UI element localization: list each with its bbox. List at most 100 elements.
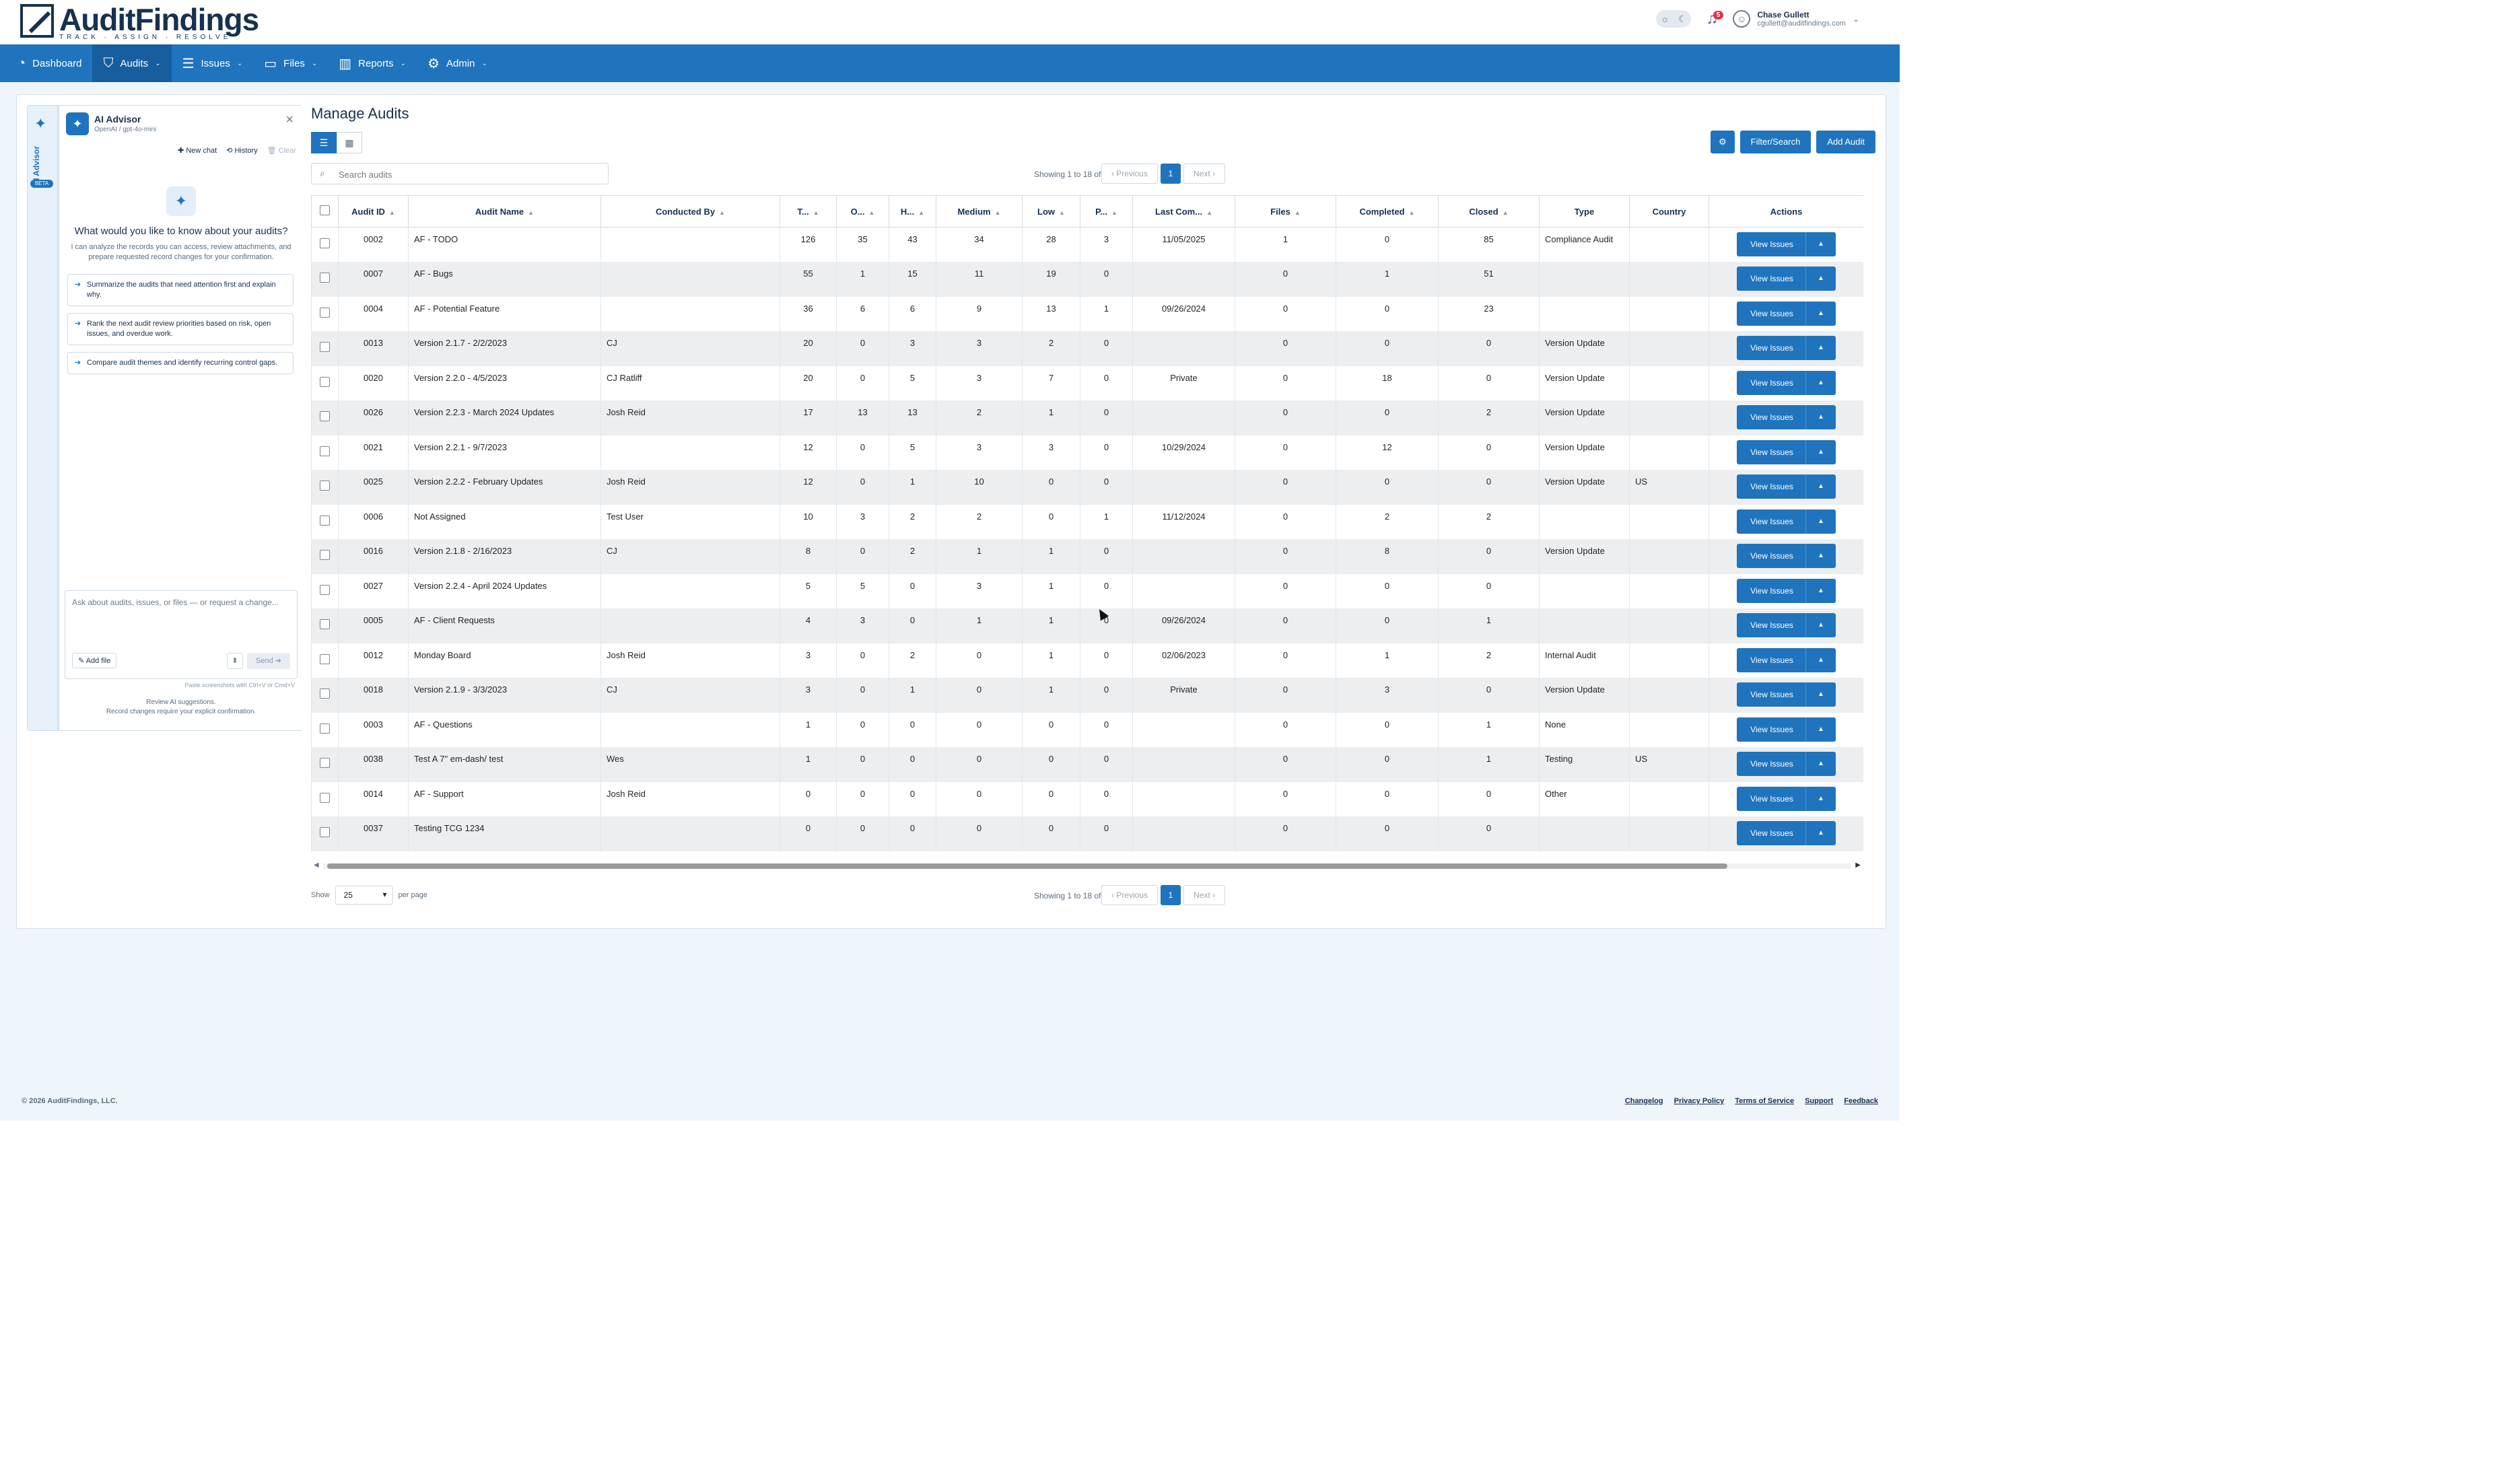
table-row[interactable]: 0018 Version 2.1.9 - 3/3/2023 CJ 3 0 1 0 1 0 Priv…	[311, 678, 1863, 713]
theme-toggle[interactable]: ☼ ☾	[1656, 10, 1692, 28]
nav-item-audits[interactable]: ⛉ Audits ⌄	[92, 44, 172, 82]
chevron-up-icon[interactable]: ▲	[1805, 717, 1836, 742]
row-checkbox[interactable]	[320, 688, 330, 699]
notifications-button[interactable]: ♫ 5	[1706, 9, 1724, 28]
column-header[interactable]: Audit ID ▲	[338, 195, 409, 227]
row-checkbox[interactable]	[320, 792, 330, 803]
table-row[interactable]: 0020 Version 2.2.0 - 4/5/2023 CJ Ratliff 20…	[311, 365, 1863, 400]
row-checkbox[interactable]	[320, 481, 330, 491]
previous-button[interactable]: ‹ Previous	[1101, 885, 1158, 905]
view-issues-button[interactable]: View Issues ▲	[1737, 821, 1836, 845]
ai-advisor-strip[interactable]: ✦ AI Advisor BETA	[28, 106, 58, 730]
ai-input[interactable]	[71, 596, 293, 646]
send-button[interactable]: Send ➔	[247, 653, 290, 669]
settings-button[interactable]: ⚙	[1710, 131, 1735, 153]
footer-link-support[interactable]: Support	[1805, 1097, 1833, 1105]
chevron-up-icon[interactable]: ▲	[1805, 544, 1836, 568]
table-row[interactable]: 0013 Version 2.1.7 - 2/2/2023 CJ 20 0 3 3 2 0 0 0 0…	[311, 331, 1863, 366]
per-page-select[interactable]: 25	[335, 886, 393, 905]
table-row[interactable]: 0025 Version 2.2.2 - February Updates Josh…	[311, 470, 1863, 505]
row-checkbox[interactable]	[320, 758, 330, 768]
chevron-up-icon[interactable]: ▲	[1805, 682, 1836, 707]
table-row[interactable]: 0026 Version 2.2.3 - March 2024 Updates Jo…	[311, 400, 1863, 435]
table-row[interactable]: 0004 AF - Potential Feature 36 6 6 9 13 1 09/26/…	[311, 296, 1863, 331]
new-chat-button[interactable]: ✚ New chat	[178, 146, 217, 155]
table-row[interactable]: 0038 Test A 7" em-dash/ test Wes 1 0 0 0 0 0 0 0 1 T…	[311, 747, 1863, 782]
chevron-up-icon[interactable]: ▲	[1805, 578, 1836, 603]
logo[interactable]: AuditFindings TRACK · ASSIGN · RESOLVE	[20, 4, 259, 41]
view-issues-button[interactable]: View Issues ▲	[1737, 232, 1836, 256]
table-row[interactable]: 0005 AF - Client Requests 4 3 0 1 1 0 09/26/2024…	[311, 608, 1863, 643]
chevron-up-icon[interactable]: ▲	[1805, 232, 1836, 256]
row-checkbox[interactable]	[320, 619, 330, 629]
add-file-button[interactable]: ✎ Add file	[72, 653, 117, 668]
ai-suggestion[interactable]: Rank the next audit review priorities ba…	[67, 313, 294, 345]
row-checkbox[interactable]	[320, 273, 330, 283]
row-checkbox[interactable]	[320, 446, 330, 456]
table-row[interactable]: 0003 AF - Questions 1 0 0 0 0 0 0 0 1 None View Issu…	[311, 712, 1863, 747]
horizontal-scrollbar[interactable]: ◀ ▶	[311, 861, 1863, 871]
view-issues-button[interactable]: View Issues ▲	[1737, 301, 1836, 326]
view-issues-button[interactable]: View Issues ▲	[1737, 370, 1836, 395]
row-checkbox[interactable]	[320, 584, 330, 595]
nav-item-issues[interactable]: ☰ Issues ⌄	[172, 44, 254, 82]
view-issues-button[interactable]: View Issues ▲	[1737, 578, 1836, 603]
chevron-up-icon[interactable]: ▲	[1805, 647, 1836, 672]
chevron-up-icon[interactable]: ▲	[1805, 613, 1836, 637]
search-input[interactable]	[337, 166, 602, 182]
clear-button[interactable]: 🗑 Clear	[267, 146, 296, 155]
mic-icon[interactable]: ⬍	[227, 653, 243, 669]
column-header[interactable]: Audit Name ▲	[408, 195, 601, 227]
add-audit-button[interactable]: Add Audit	[1816, 131, 1875, 153]
chevron-up-icon[interactable]: ▲	[1805, 752, 1836, 776]
user-menu[interactable]: ☺ Chase Gullett cgullett@auditfindings.c…	[1733, 10, 1859, 28]
chevron-up-icon[interactable]: ▲	[1805, 786, 1836, 811]
page-number[interactable]: 1	[1160, 885, 1181, 905]
scrollbar-thumb[interactable]	[327, 863, 1727, 869]
row-checkbox[interactable]	[320, 342, 330, 352]
row-checkbox[interactable]	[320, 653, 330, 664]
chevron-up-icon[interactable]: ▲	[1805, 267, 1836, 291]
column-header[interactable]: O... ▲	[836, 195, 889, 227]
ai-suggestion[interactable]: Compare audit themes and identify recurr…	[67, 352, 294, 374]
column-header[interactable]: P... ▲	[1080, 195, 1133, 227]
scroll-right-icon[interactable]: ▶	[1855, 861, 1861, 869]
row-checkbox[interactable]	[320, 550, 330, 560]
view-issues-button[interactable]: View Issues ▲	[1737, 613, 1836, 637]
table-row[interactable]: 0007 AF - Bugs 55 1 15 11 19 0 0 1 51 View Issues ▲	[311, 262, 1863, 297]
close-icon[interactable]: ×	[285, 112, 294, 128]
footer-link-changelog[interactable]: Changelog	[1625, 1097, 1663, 1105]
history-button[interactable]: ⟲ History	[226, 146, 258, 155]
nav-item-reports[interactable]: ▥ Reports ⌄	[328, 44, 417, 82]
nav-item-dashboard[interactable]: ◔ Dashboard	[7, 44, 92, 82]
view-issues-button[interactable]: View Issues ▲	[1737, 267, 1836, 291]
chevron-up-icon[interactable]: ▲	[1805, 336, 1836, 360]
chevron-up-icon[interactable]: ▲	[1805, 509, 1836, 534]
view-issues-button[interactable]: View Issues ▲	[1737, 544, 1836, 568]
nav-item-admin[interactable]: ⚙ Admin ⌄	[417, 44, 498, 82]
next-button[interactable]: Next ›	[1183, 885, 1225, 905]
table-row[interactable]: 0016 Version 2.1.8 - 2/16/2023 CJ 8 0 2 1 1 0 0 8 0…	[311, 539, 1863, 574]
view-issues-button[interactable]: View Issues ▲	[1737, 336, 1836, 360]
chevron-up-icon[interactable]: ▲	[1805, 439, 1836, 464]
column-header[interactable]: Type	[1539, 195, 1630, 227]
view-issues-button[interactable]: View Issues ▲	[1737, 717, 1836, 742]
view-issues-button[interactable]: View Issues ▲	[1737, 752, 1836, 776]
list-view-icon[interactable]: ☰	[311, 132, 337, 153]
column-header[interactable]: Low ▲	[1022, 195, 1080, 227]
column-header[interactable]: Completed ▲	[1336, 195, 1439, 227]
view-issues-button[interactable]: View Issues ▲	[1737, 647, 1836, 672]
view-issues-button[interactable]: View Issues ▲	[1737, 474, 1836, 499]
chevron-up-icon[interactable]: ▲	[1805, 474, 1836, 499]
column-header[interactable]: Country	[1629, 195, 1709, 227]
column-header[interactable]: Conducted By ▲	[600, 195, 780, 227]
footer-link-feedback[interactable]: Feedback	[1844, 1097, 1878, 1105]
view-issues-button[interactable]: View Issues ▲	[1737, 682, 1836, 707]
row-checkbox[interactable]	[320, 411, 330, 421]
row-checkbox[interactable]	[320, 376, 330, 387]
table-row[interactable]: 0006 Not Assigned Test User 10 3 2 2 0 1 11/12/20…	[311, 504, 1863, 539]
table-row[interactable]: 0014 AF - Support Josh Reid 0 0 0 0 0 0 0 0 0 Other V…	[311, 781, 1863, 816]
footer-link-terms-of-service[interactable]: Terms of Service	[1735, 1097, 1794, 1105]
row-checkbox[interactable]	[320, 515, 330, 526]
scroll-left-icon[interactable]: ◀	[314, 861, 319, 869]
